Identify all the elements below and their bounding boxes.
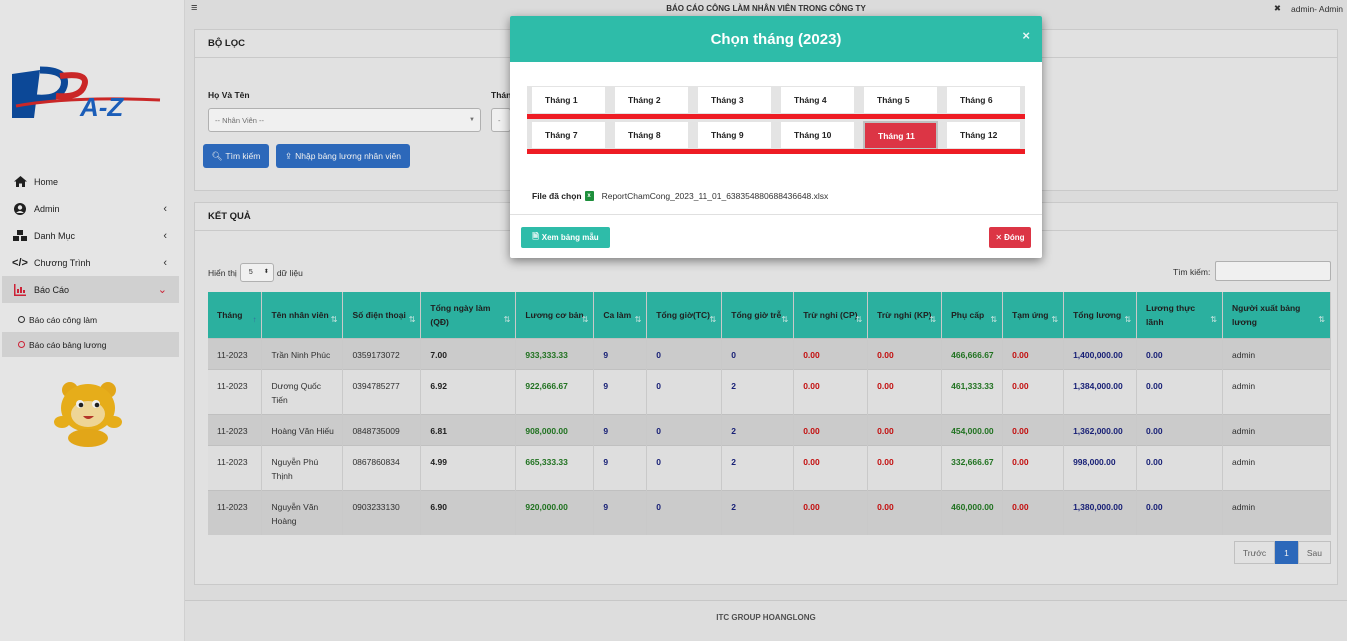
month-option-5[interactable]: Tháng 5: [859, 86, 942, 119]
month-picker-modal: Chọn tháng (2023) × Tháng 1 Tháng 2 Thán…: [510, 16, 1042, 258]
month-option-9[interactable]: Tháng 9: [693, 121, 776, 154]
month-option-11-selected[interactable]: Tháng 11: [859, 121, 942, 154]
close-modal-label: Đóng: [1004, 233, 1025, 242]
month-grid: Tháng 1 Tháng 2 Tháng 3 Tháng 4 Tháng 5 …: [527, 86, 1025, 154]
view-template-label: Xem bảng mẫu: [541, 233, 599, 242]
month-option-6[interactable]: Tháng 6: [942, 86, 1025, 119]
modal-footer: 🗎 Xem bảng mẫu ✕ Đóng: [510, 214, 1042, 258]
month-option-7[interactable]: Tháng 7: [527, 121, 610, 154]
close-icon[interactable]: ×: [1022, 28, 1030, 43]
view-template-button[interactable]: 🗎 Xem bảng mẫu: [521, 227, 610, 248]
x-icon: ✕: [995, 233, 1003, 242]
month-option-4[interactable]: Tháng 4: [776, 86, 859, 119]
file-icon: 🗎: [532, 231, 539, 241]
month-option-1[interactable]: Tháng 1: [527, 86, 610, 119]
close-modal-button[interactable]: ✕ Đóng: [989, 227, 1031, 248]
file-name: ReportChamCong_2023_11_01_63835488068843…: [601, 191, 829, 201]
file-label: File đã chọn: [532, 191, 582, 201]
month-option-3[interactable]: Tháng 3: [693, 86, 776, 119]
month-option-2[interactable]: Tháng 2: [610, 86, 693, 119]
excel-file-icon: x: [584, 191, 594, 201]
selected-file-row: File đã chọn x ReportChamCong_2023_11_01…: [532, 191, 828, 201]
month-option-8[interactable]: Tháng 8: [610, 121, 693, 154]
modal-title: Chọn tháng (2023): [710, 30, 842, 48]
month-option-10[interactable]: Tháng 10: [776, 121, 859, 154]
modal-header: Chọn tháng (2023) ×: [510, 16, 1042, 62]
month-option-12[interactable]: Tháng 12: [942, 121, 1025, 154]
